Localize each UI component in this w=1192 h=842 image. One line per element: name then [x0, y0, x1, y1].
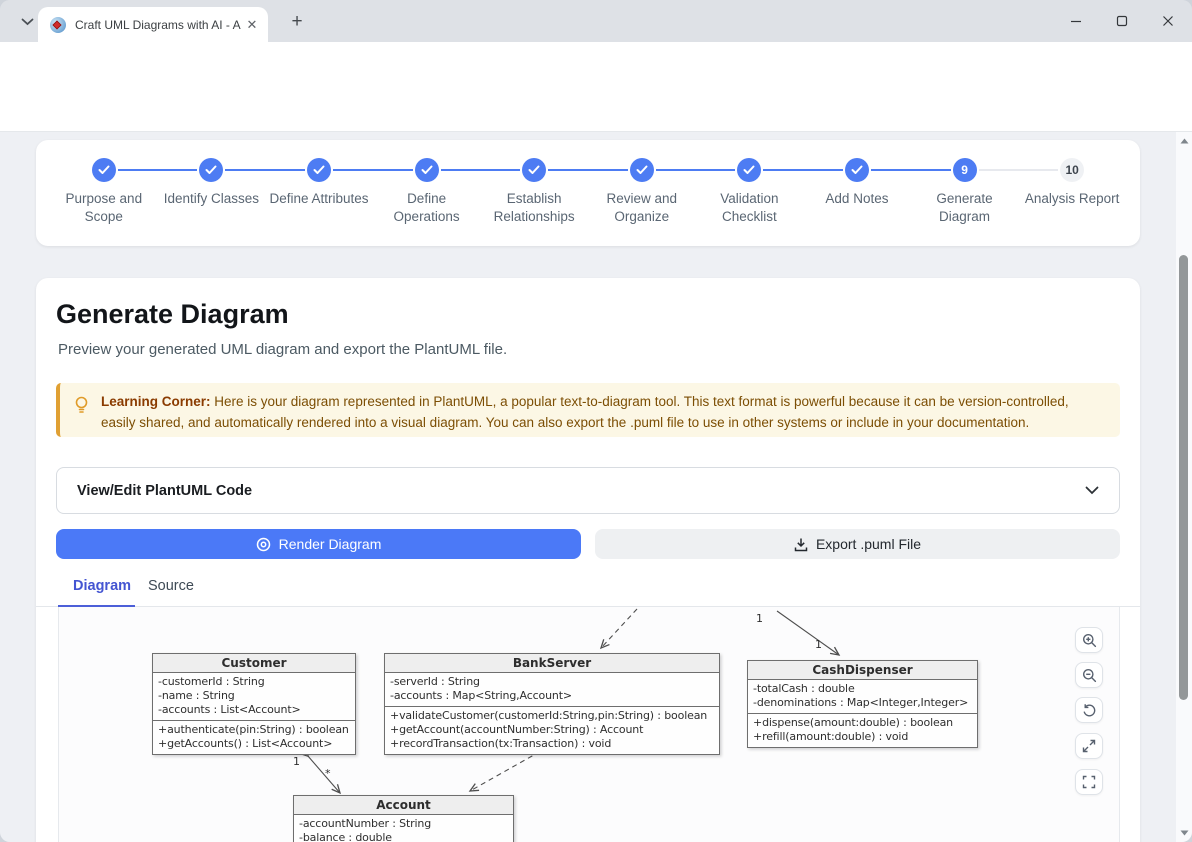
- step-check-icon: [92, 158, 116, 182]
- window-close-button[interactable]: [1154, 8, 1182, 34]
- stepper: Purpose and Scope Identify Classes Defin…: [36, 140, 1140, 246]
- page-subtitle: Preview your generated UML diagram and e…: [58, 341, 507, 358]
- scroll-up-icon[interactable]: [1176, 134, 1192, 148]
- step-check-icon: [522, 158, 546, 182]
- tab-close-icon[interactable]: ✕: [244, 17, 260, 33]
- export-puml-button[interactable]: Export .puml File: [595, 529, 1120, 559]
- step-add-notes[interactable]: Add Notes: [803, 158, 911, 246]
- step-check-icon: [845, 158, 869, 182]
- window-minimize-button[interactable]: [1062, 8, 1090, 34]
- step-generate-diagram[interactable]: 9 Generate Diagram: [911, 158, 1019, 246]
- app-header: AI-Assisted UML Class Diagram Generator …: [0, 84, 1192, 132]
- tab-diagram[interactable]: Diagram: [73, 578, 131, 594]
- fullscreen-button[interactable]: [1075, 769, 1103, 795]
- eye-icon: [256, 537, 271, 552]
- expand-button[interactable]: [1075, 733, 1103, 759]
- step-check-icon: [737, 158, 761, 182]
- uml-class-bankserver: BankServer -serverId : String -accounts …: [384, 653, 720, 755]
- chevron-down-icon: [1085, 486, 1099, 495]
- step-identify-classes[interactable]: Identify Classes: [158, 158, 266, 246]
- multiplicity-label: *: [325, 767, 331, 780]
- step-define-attributes[interactable]: Define Attributes: [265, 158, 373, 246]
- page-scrollbar[interactable]: [1176, 132, 1192, 842]
- uml-class-account: Account -accountNumber : String -balance…: [293, 795, 514, 842]
- multiplicity-label: 1: [815, 638, 822, 651]
- step-review-and-organize[interactable]: Review and Organize: [588, 158, 696, 246]
- multiplicity-label: 1: [756, 612, 763, 625]
- scroll-down-icon[interactable]: [1176, 826, 1192, 840]
- alert-text: Learning Corner: Here is your diagram re…: [101, 391, 1106, 433]
- window-maximize-button[interactable]: [1108, 8, 1136, 34]
- multiplicity-label: 1: [293, 755, 300, 768]
- tab-search-button[interactable]: [14, 9, 40, 35]
- reset-view-button[interactable]: [1075, 697, 1103, 723]
- learning-corner-alert: Learning Corner: Here is your diagram re…: [56, 383, 1120, 437]
- step-validation-checklist[interactable]: Validation Checklist: [696, 158, 804, 246]
- step-check-icon: [307, 158, 331, 182]
- render-diagram-button[interactable]: Render Diagram: [56, 529, 581, 559]
- uml-class-customer: Customer -customerId : String -name : St…: [152, 653, 356, 755]
- visual-paradigm-favicon: [50, 17, 66, 33]
- step-analysis-report[interactable]: 10 Analysis Report: [1018, 158, 1126, 246]
- download-icon: [794, 537, 808, 552]
- result-tabs: Diagram Source: [36, 574, 1140, 607]
- step-define-operations[interactable]: Define Operations: [373, 158, 481, 246]
- chevron-down-icon: [21, 18, 34, 26]
- step-number-badge: 9: [953, 158, 977, 182]
- step-purpose-and-scope[interactable]: Purpose and Scope: [50, 158, 158, 246]
- step-check-icon: [630, 158, 654, 182]
- diagram-canvas[interactable]: 1 1 1 * Customer -customerId : String -n…: [58, 607, 1120, 842]
- zoom-in-button[interactable]: [1075, 627, 1103, 653]
- tab-strip: Craft UML Diagrams with AI - A ✕ +: [0, 0, 1192, 42]
- uml-class-name: Customer: [153, 654, 355, 673]
- page-title: Generate Diagram: [56, 299, 289, 330]
- step-check-icon: [415, 158, 439, 182]
- plantuml-accordion-header[interactable]: View/Edit PlantUML Code: [56, 467, 1120, 514]
- new-tab-button[interactable]: +: [284, 9, 310, 35]
- scrollbar-thumb[interactable]: [1179, 255, 1188, 700]
- browser-window: Craft UML Diagrams with AI - A ✕ + ai-t: [0, 0, 1192, 842]
- step-number-badge: 10: [1060, 158, 1084, 182]
- page-body: Purpose and Scope Identify Classes Defin…: [0, 132, 1176, 842]
- step-check-icon: [199, 158, 223, 182]
- step-establish-relationships[interactable]: Establish Relationships: [480, 158, 588, 246]
- zoom-out-button[interactable]: [1075, 662, 1103, 688]
- uml-class-name: BankServer: [385, 654, 719, 673]
- tab-source[interactable]: Source: [148, 578, 194, 594]
- main-card: Generate Diagram Preview your generated …: [36, 278, 1140, 842]
- lightbulb-icon: [74, 396, 89, 415]
- browser-toolbar: ai-toolbox.visual-paradigm.com/app/ai-as…: [0, 42, 1192, 84]
- browser-tab[interactable]: Craft UML Diagrams with AI - A ✕: [38, 7, 268, 42]
- uml-class-cashdispenser: CashDispenser -totalCash : double -denom…: [747, 660, 978, 748]
- uml-class-name: Account: [294, 796, 513, 815]
- uml-class-name: CashDispenser: [748, 661, 977, 680]
- tab-title: Craft UML Diagrams with AI - A: [75, 18, 244, 32]
